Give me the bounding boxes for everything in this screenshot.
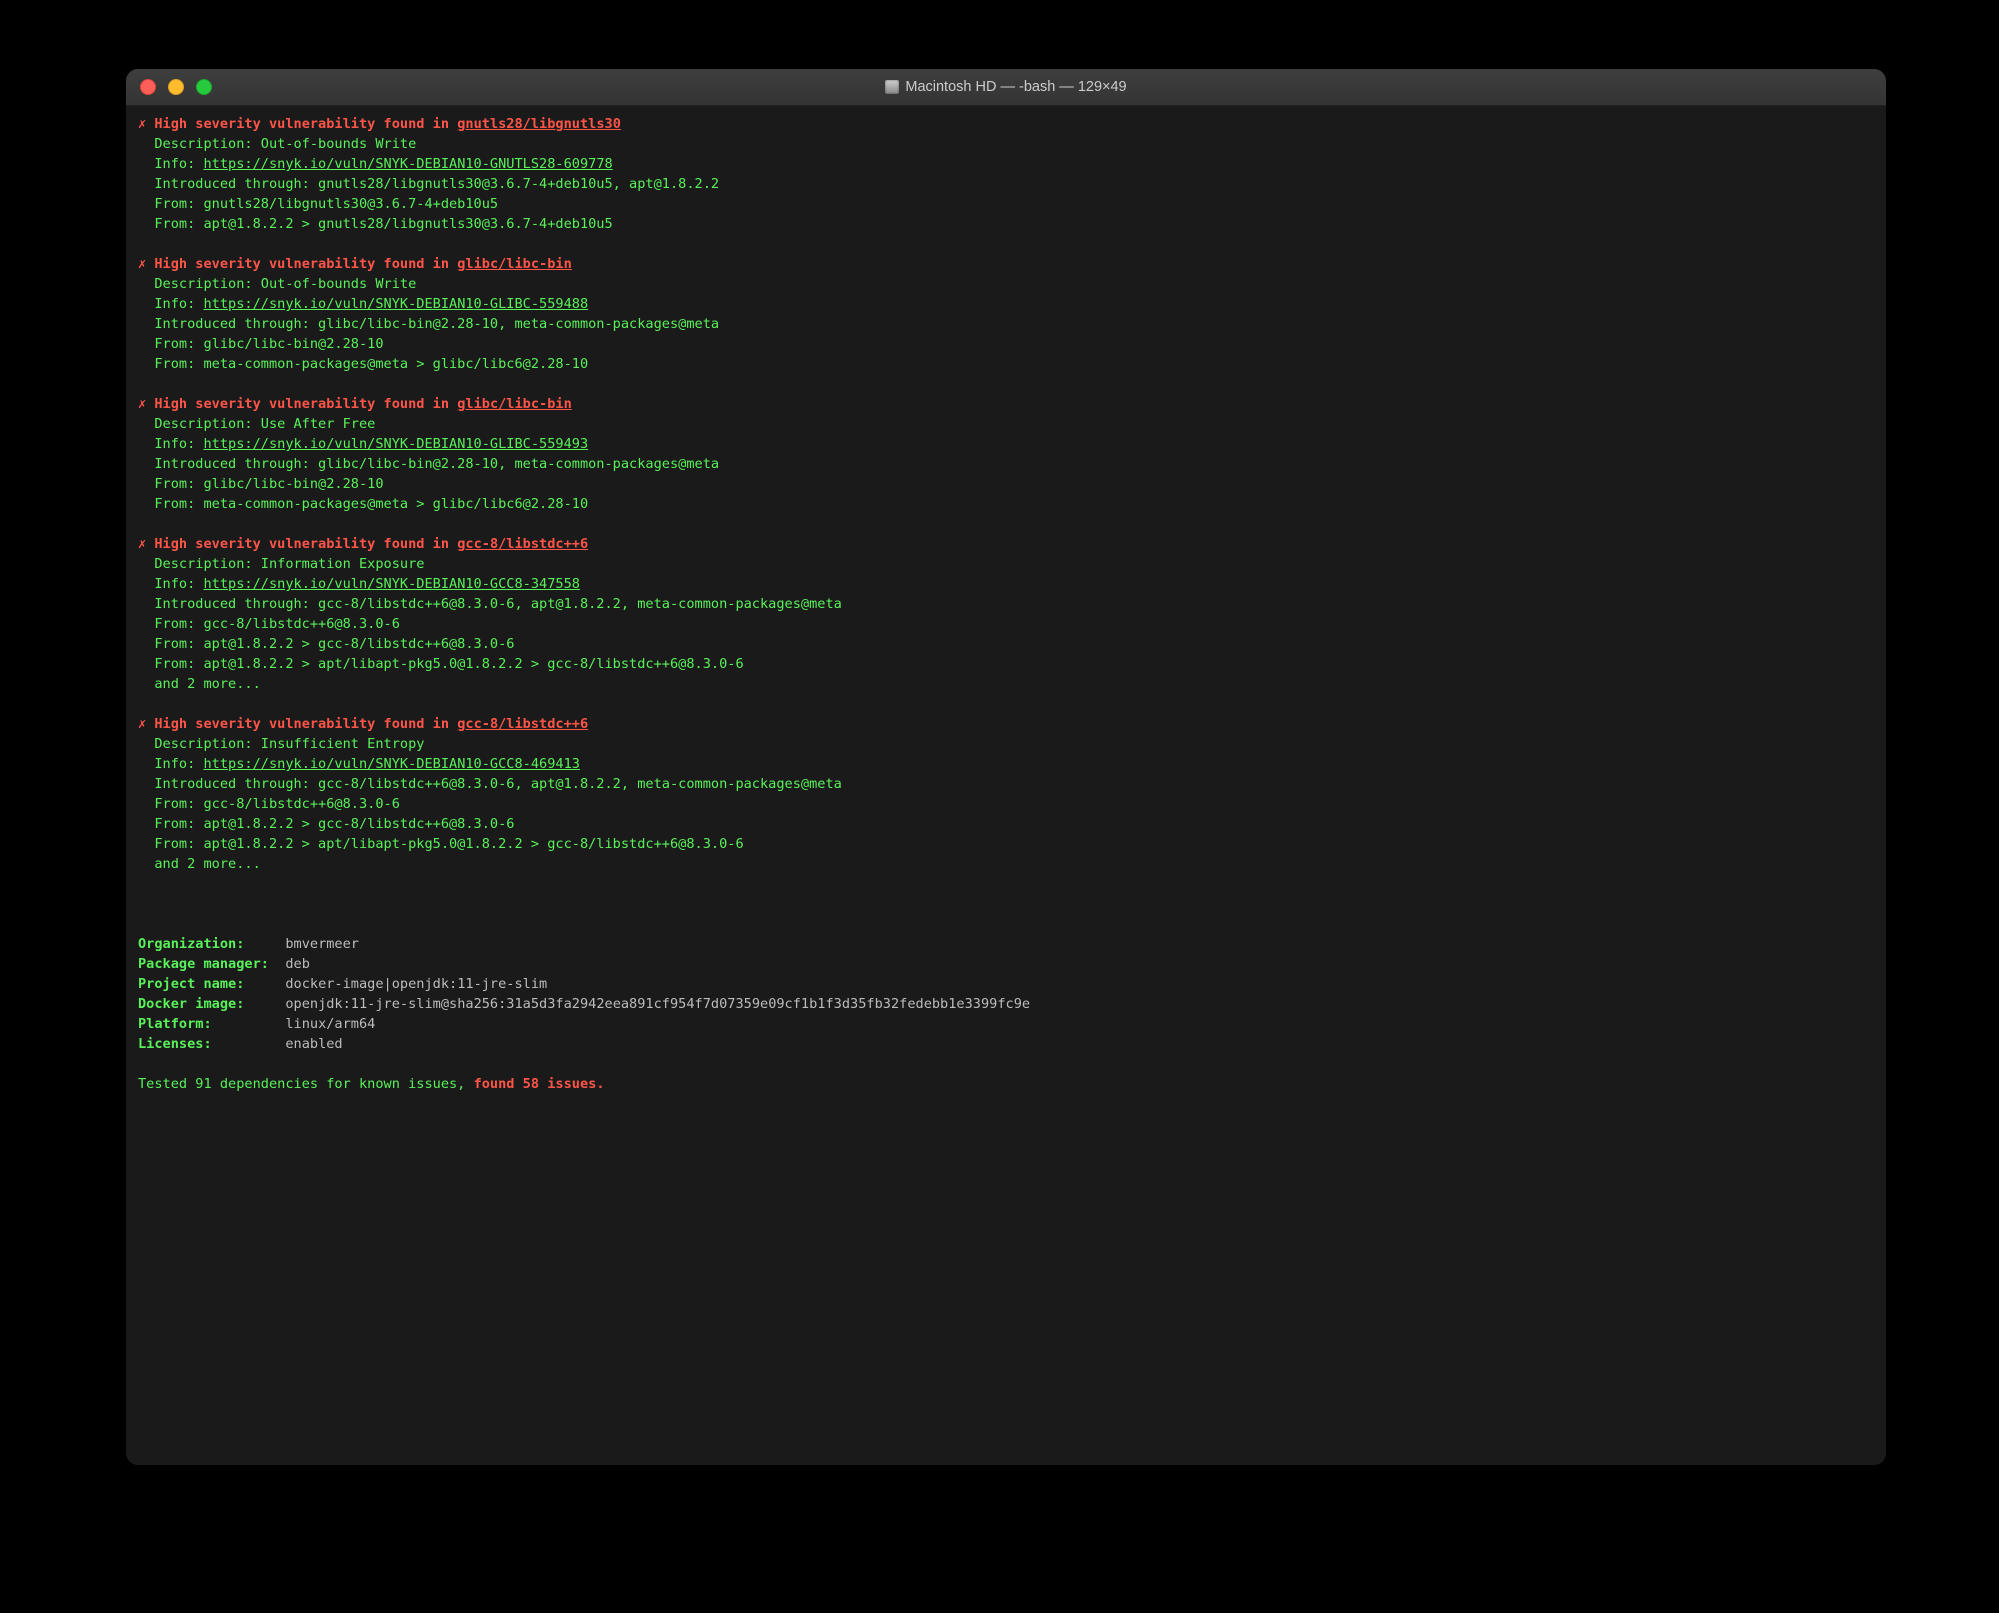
terminal-body[interactable]: ✗ High severity vulnerability found in g… (126, 106, 1886, 1106)
window-title: Macintosh HD — -bash — 129×49 (905, 79, 1126, 95)
info-line: Info: (138, 156, 203, 172)
more-line: and 2 more... (138, 856, 261, 872)
from-line: From: apt@1.8.2.2 > apt/libapt-pkg5.0@1.… (138, 656, 744, 672)
from-line: From: gcc-8/libstdc++6@8.3.0-6 (138, 796, 400, 812)
from-line: From: apt@1.8.2.2 > apt/libapt-pkg5.0@1.… (138, 836, 744, 852)
desc-line: Description: Information Exposure (138, 556, 424, 572)
titlebar[interactable]: Macintosh HD — -bash — 129×49 (126, 69, 1886, 106)
introduced-line: Introduced through: gcc-8/libstdc++6@8.3… (138, 596, 842, 612)
summary-value: docker-image|openjdk:11-jre-slim (285, 976, 547, 992)
from-line: From: apt@1.8.2.2 > gnutls28/libgnutls30… (138, 216, 613, 232)
terminal-window: Macintosh HD — -bash — 129×49 ✗ High sev… (126, 69, 1886, 1465)
introduced-line: Introduced through: gcc-8/libstdc++6@8.3… (138, 776, 842, 792)
info-url[interactable]: https://snyk.io/vuln/SNYK-DEBIAN10-GLIBC… (203, 296, 588, 312)
introduced-line: Introduced through: glibc/libc-bin@2.28-… (138, 316, 719, 332)
summary-value: deb (285, 956, 310, 972)
vuln-header: High severity vulnerability found in (154, 716, 457, 732)
info-line: Info: (138, 436, 203, 452)
from-line: From: glibc/libc-bin@2.28-10 (138, 476, 384, 492)
summary-label: Platform: (138, 1016, 285, 1032)
summary-label: Project name: (138, 976, 285, 992)
from-line: From: apt@1.8.2.2 > gcc-8/libstdc++6@8.3… (138, 816, 514, 832)
vuln-package: gcc-8/libstdc++6 (457, 716, 588, 732)
info-url[interactable]: https://snyk.io/vuln/SNYK-DEBIAN10-GLIBC… (203, 436, 588, 452)
from-line: From: meta-common-packages@meta > glibc/… (138, 356, 588, 372)
from-line: From: apt@1.8.2.2 > gcc-8/libstdc++6@8.3… (138, 636, 514, 652)
from-line: From: meta-common-packages@meta > glibc/… (138, 496, 588, 512)
desc-line: Description: Out-of-bounds Write (138, 136, 416, 152)
vuln-header: High severity vulnerability found in (154, 396, 457, 412)
severity-marker: ✗ (138, 116, 154, 132)
desc-line: Description: Use After Free (138, 416, 375, 432)
summary-label: Docker image: (138, 996, 285, 1012)
info-line: Info: (138, 576, 203, 592)
vuln-package: glibc/libc-bin (457, 256, 572, 272)
from-line: From: gcc-8/libstdc++6@8.3.0-6 (138, 616, 400, 632)
vuln-header: High severity vulnerability found in (154, 116, 457, 132)
info-line: Info: (138, 296, 203, 312)
info-url[interactable]: https://snyk.io/vuln/SNYK-DEBIAN10-GCC8-… (203, 576, 579, 592)
from-line: From: gnutls28/libgnutls30@3.6.7-4+deb10… (138, 196, 498, 212)
summary-label: Organization: (138, 936, 285, 952)
summary-value: linux/arm64 (285, 1016, 375, 1032)
more-line: and 2 more... (138, 676, 261, 692)
severity-marker: ✗ (138, 396, 154, 412)
summary-label: Package manager: (138, 956, 285, 972)
severity-marker: ✗ (138, 256, 154, 272)
summary-label: Licenses: (138, 1036, 285, 1052)
introduced-line: Introduced through: glibc/libc-bin@2.28-… (138, 456, 719, 472)
footer-prefix: Tested 91 dependencies for known issues, (138, 1076, 474, 1092)
desc-line: Description: Out-of-bounds Write (138, 276, 416, 292)
vuln-header: High severity vulnerability found in (154, 536, 457, 552)
vuln-package: glibc/libc-bin (457, 396, 572, 412)
summary-value: bmvermeer (285, 936, 359, 952)
vuln-package: gcc-8/libstdc++6 (457, 536, 588, 552)
info-line: Info: (138, 756, 203, 772)
vuln-package: gnutls28/libgnutls30 (457, 116, 621, 132)
from-line: From: glibc/libc-bin@2.28-10 (138, 336, 384, 352)
summary-value: enabled (285, 1036, 342, 1052)
disk-icon (885, 80, 899, 94)
desc-line: Description: Insufficient Entropy (138, 736, 424, 752)
summary-value: openjdk:11-jre-slim@sha256:31a5d3fa2942e… (285, 996, 1030, 1012)
info-url[interactable]: https://snyk.io/vuln/SNYK-DEBIAN10-GCC8-… (203, 756, 579, 772)
severity-marker: ✗ (138, 716, 154, 732)
footer-highlight: found 58 issues. (474, 1076, 605, 1092)
info-url[interactable]: https://snyk.io/vuln/SNYK-DEBIAN10-GNUTL… (203, 156, 612, 172)
severity-marker: ✗ (138, 536, 154, 552)
vuln-header: High severity vulnerability found in (154, 256, 457, 272)
introduced-line: Introduced through: gnutls28/libgnutls30… (138, 176, 719, 192)
